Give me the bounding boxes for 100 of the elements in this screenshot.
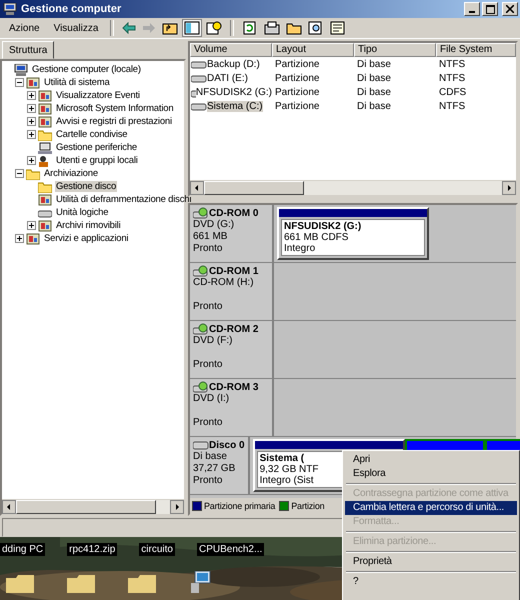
table-cell-text: Di base xyxy=(356,58,392,70)
folder-icon xyxy=(38,180,52,192)
tree-item[interactable]: Gestione periferiche xyxy=(55,142,138,153)
column-header[interactable]: Layout xyxy=(272,43,354,57)
expand-icon[interactable] xyxy=(15,234,24,243)
menu-item[interactable]: ? xyxy=(345,575,517,589)
expand-icon[interactable] xyxy=(27,117,36,126)
disk-status: Pronto xyxy=(193,359,224,371)
partition-block[interactable]: NFSUDISK2 (G:) 661 MB CDFS Integro xyxy=(277,207,429,260)
disk-status: Pronto xyxy=(193,475,224,487)
menu-item[interactable]: Cambia lettera e percorso di unità... xyxy=(345,501,517,515)
table-cell-text: NTFS xyxy=(438,58,466,70)
disk-name: Disco 0 xyxy=(209,440,245,450)
expand-icon[interactable] xyxy=(27,91,36,100)
table-cell-text: Partizione xyxy=(274,100,320,112)
disk-name: CD-ROM 3 xyxy=(209,382,258,392)
horizontal-scrollbar[interactable] xyxy=(2,499,184,514)
computer-icon xyxy=(3,3,17,15)
properties-icon[interactable] xyxy=(329,20,348,36)
maximize-button[interactable] xyxy=(482,2,498,16)
column-header[interactable]: Volume xyxy=(190,43,272,57)
menu-item[interactable]: Proprietà xyxy=(345,555,517,569)
tab[interactable]: Struttura xyxy=(2,41,54,59)
expand-icon[interactable] xyxy=(27,156,36,165)
scroll-left-icon[interactable] xyxy=(190,181,204,195)
table-cell[interactable]: Sistema (C:) xyxy=(207,100,263,112)
partition-size: 9,32 GB NTF xyxy=(260,464,318,475)
computer-icon[interactable] xyxy=(189,571,211,593)
export-icon[interactable] xyxy=(263,20,282,36)
table-cell-text: CDFS xyxy=(438,86,468,98)
tree-item[interactable]: Utilità di deframmentazione dischi xyxy=(55,194,192,205)
window-title: Gestione computer xyxy=(21,3,122,15)
expand-icon[interactable] xyxy=(27,221,36,230)
disk-type: DVD (I:) xyxy=(193,393,230,405)
table-cell-text: NTFS xyxy=(438,100,466,112)
close-button[interactable] xyxy=(502,2,518,16)
table-cell-text: Di base xyxy=(356,86,392,98)
scroll-thumb[interactable] xyxy=(204,181,304,195)
menu-item[interactable]: Azione xyxy=(4,22,45,34)
horizontal-scrollbar[interactable] xyxy=(190,180,516,195)
disk-type: DVD (F:) xyxy=(193,335,234,347)
tree-item[interactable]: Utilità di sistema xyxy=(43,77,111,88)
collapse-icon[interactable] xyxy=(15,78,24,87)
back-arrow-icon[interactable] xyxy=(121,21,138,35)
desktop-icon-label[interactable]: circuito xyxy=(139,543,175,556)
disk-name: CD-ROM 2 xyxy=(209,324,258,334)
disk-size: 37,27 GB xyxy=(193,463,236,475)
disk-status: Pronto xyxy=(193,243,224,255)
disk-type: DVD (G:) xyxy=(193,219,236,231)
column-header[interactable]: File System xyxy=(436,43,516,57)
disk-status: Pronto xyxy=(193,301,224,313)
tree-item[interactable]: Unità logiche xyxy=(55,207,110,218)
table-cell-text: Partizione xyxy=(274,58,320,70)
desktop-icon-label[interactable]: rpc412.zip xyxy=(67,543,118,556)
expand-icon[interactable] xyxy=(27,104,36,113)
tree-item[interactable]: Cartelle condivise xyxy=(55,129,128,140)
table-cell-text: Di base xyxy=(356,72,392,84)
computer-icon xyxy=(14,64,28,76)
table-cell-text: Partizione xyxy=(274,86,320,98)
partition-name: Sistema ( xyxy=(260,453,304,464)
table-cell-text: NTFS xyxy=(438,72,466,84)
tree-item[interactable]: Servizi e applicazioni xyxy=(43,233,130,244)
folder-icon xyxy=(38,128,52,140)
tree-item[interactable]: Archiviazione xyxy=(43,168,99,179)
tree-item[interactable]: Gestione disco xyxy=(55,181,118,192)
partition-size: 661 MB CDFS xyxy=(284,232,348,243)
menu-item[interactable]: Visualizza xyxy=(48,22,104,34)
tree-item[interactable]: Gestione computer (locale) xyxy=(31,64,142,75)
table-cell[interactable]: DATI (E:) xyxy=(207,72,248,84)
disk-name: CD-ROM 1 xyxy=(209,266,258,276)
scroll-right-icon[interactable] xyxy=(170,500,184,514)
partition-status: Integro (Sist xyxy=(260,475,314,486)
scroll-right-icon[interactable] xyxy=(502,181,516,195)
disk-type: Di base xyxy=(193,451,228,463)
table-cell[interactable]: NFSUDISK2 (G:) xyxy=(196,86,272,98)
minimize-button[interactable] xyxy=(464,2,480,16)
help-icon[interactable] xyxy=(205,20,224,36)
disk-type: CD-ROM (H:) xyxy=(193,277,255,289)
table-cell[interactable]: Backup (D:) xyxy=(207,58,260,70)
disk-size: 661 MB xyxy=(193,231,228,243)
desktop-icon-label[interactable]: dding PC xyxy=(0,543,46,556)
disk-status: Pronto xyxy=(193,417,224,429)
legend-label: Partizione primaria xyxy=(204,501,276,511)
table-cell-text: Di base xyxy=(356,100,392,112)
column-header[interactable]: Tipo xyxy=(354,43,436,57)
tree-item[interactable]: Archivi rimovibili xyxy=(55,220,122,231)
device-icon xyxy=(38,142,52,154)
collapse-icon[interactable] xyxy=(15,169,24,178)
tree-view-icon[interactable] xyxy=(183,20,202,36)
scroll-thumb[interactable] xyxy=(16,500,156,514)
tree-item[interactable]: Avvisi e registri di prestazioni xyxy=(55,116,173,127)
table-cell-text: Partizione xyxy=(274,72,320,84)
tree-item[interactable]: Utenti e gruppi locali xyxy=(55,155,139,166)
scroll-left-icon[interactable] xyxy=(2,500,16,514)
tree-item[interactable]: Microsoft System Information xyxy=(55,103,174,114)
close-icon xyxy=(506,5,514,13)
expand-icon[interactable] xyxy=(27,130,36,139)
partition-status: Integro xyxy=(284,243,316,254)
desktop-icon-label[interactable]: CPUBench2... xyxy=(196,543,264,556)
tree-item[interactable]: Visualizzatore Eventi xyxy=(55,90,141,101)
